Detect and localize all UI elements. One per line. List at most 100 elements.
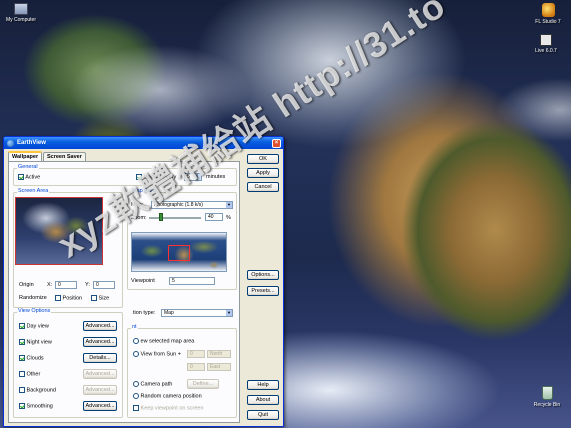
presets-button[interactable]: Presets... <box>247 286 279 296</box>
origin-x-field[interactable]: 0 <box>55 281 77 289</box>
keep-viewpoint-row[interactable]: Keep viewpoint on screen <box>133 405 204 411</box>
smoothing-checkbox[interactable] <box>19 403 25 409</box>
zoom-slider-track[interactable] <box>149 217 201 219</box>
map-type-select[interactable]: Photographic (1.8 k/s) ▼ <box>151 201 233 209</box>
update-interval-field[interactable]: 5 <box>184 173 197 181</box>
background-row[interactable]: Background <box>19 387 56 393</box>
night-view-advanced-button[interactable]: Advanced... <box>83 337 117 347</box>
randomize-position-row[interactable]: Position <box>55 295 82 301</box>
window-title: EarthView <box>17 140 46 146</box>
view-from-sun-radio[interactable] <box>133 351 139 357</box>
tab-wallpaper[interactable]: Wallpaper <box>8 151 43 161</box>
camera-path-radio[interactable] <box>133 381 139 387</box>
define-camera-path-button[interactable]: Define... <box>187 379 219 389</box>
night-view-row[interactable]: Night view <box>19 339 52 345</box>
origin-label: Origin <box>19 282 34 288</box>
map-type-value: Photographic (1.8 k/s) <box>154 202 203 208</box>
projection-type-value: Map <box>164 310 174 316</box>
randomize-position-checkbox[interactable] <box>55 295 61 301</box>
wallpaper-panel: General Active Update every 5 minutes Sc… <box>8 161 240 423</box>
origin-x-label: X: <box>47 282 53 288</box>
desktop-icon-label: Live 6.0.7 <box>535 48 557 54</box>
background-advanced-button[interactable]: Advanced... <box>83 385 117 395</box>
about-button[interactable]: About <box>247 395 279 405</box>
tab-screen-saver[interactable]: Screen Saver <box>43 152 86 161</box>
active-checkbox-row[interactable]: Active <box>18 174 40 180</box>
random-camera-radio[interactable] <box>133 393 139 399</box>
random-camera-label: Random camera position <box>140 393 202 400</box>
view-from-sun-row[interactable]: View from Sun + <box>133 351 181 357</box>
my-computer-desktop-icon[interactable]: My Computer <box>2 3 40 23</box>
randomize-size-row[interactable]: Size <box>91 295 109 301</box>
chevron-down-icon[interactable]: ▼ <box>226 310 232 316</box>
sun-longitude-direction-select[interactable]: East <box>207 363 231 371</box>
viewpoint-field[interactable]: 5 <box>169 277 215 285</box>
view-selected-area-label: ew selected map area <box>140 338 195 345</box>
camera-path-row[interactable]: Camera path <box>133 381 172 387</box>
map-selection-rectangle[interactable] <box>168 245 190 261</box>
position-label: Position <box>62 295 83 302</box>
live-desktop-icon[interactable]: Live 6.0.7 <box>526 34 566 54</box>
fl-studio-desktop-icon[interactable]: FL Studio 7 <box>526 3 570 25</box>
other-checkbox[interactable] <box>19 371 25 377</box>
day-view-label: Day view <box>26 323 49 330</box>
zoom-label: Zoom: <box>131 215 147 221</box>
sun-latitude-field[interactable]: 0 <box>187 350 205 358</box>
zoom-unit-label: % <box>226 215 231 221</box>
day-view-row[interactable]: Day view <box>19 323 49 329</box>
desktop-icon-label: My Computer <box>5 17 36 23</box>
randomize-size-checkbox[interactable] <box>91 295 97 301</box>
help-button[interactable]: Help <box>247 380 279 390</box>
active-checkbox[interactable] <box>18 174 24 180</box>
general-group-label: General <box>17 164 39 170</box>
smoothing-row[interactable]: Smoothing <box>19 403 53 409</box>
view-options-group-label: View Options <box>17 308 52 314</box>
quit-button[interactable]: Quit <box>247 410 279 420</box>
update-checkbox-row[interactable]: Update every <box>136 174 176 180</box>
map-label: Map: <box>131 202 144 208</box>
other-advanced-button[interactable]: Advanced... <box>83 369 117 379</box>
desktop-icon-label: Recycle Bin <box>533 402 561 408</box>
view-selected-area-radio[interactable] <box>133 338 139 344</box>
map-area-preview[interactable] <box>131 232 227 272</box>
fl-studio-icon <box>541 3 555 17</box>
view-selected-area-row[interactable]: ew selected map area <box>133 338 194 344</box>
randomize-label: Randomize <box>19 295 47 301</box>
background-checkbox[interactable] <box>19 387 25 393</box>
cancel-button[interactable]: Cancel <box>247 182 279 192</box>
close-icon[interactable]: × <box>272 138 281 148</box>
sun-longitude-field[interactable]: 0 <box>187 363 205 371</box>
clouds-details-button[interactable]: Details... <box>83 353 117 363</box>
ok-button[interactable]: OK <box>247 154 279 164</box>
chevron-down-icon[interactable]: ▼ <box>226 202 232 208</box>
earth-icon <box>7 139 14 147</box>
apply-button[interactable]: Apply <box>247 168 279 178</box>
options-button[interactable]: Options... <box>247 270 279 280</box>
window-titlebar[interactable]: EarthView × <box>4 137 283 149</box>
projection-type-select[interactable]: Map ▼ <box>161 309 233 317</box>
sun-latitude-direction-select[interactable]: North <box>207 350 231 358</box>
viewpoint-group-label: nt <box>131 324 138 330</box>
update-checkbox[interactable] <box>136 174 142 180</box>
smoothing-advanced-button[interactable]: Advanced... <box>83 401 117 411</box>
other-label: Other <box>26 371 41 378</box>
clouds-checkbox[interactable] <box>19 355 25 361</box>
zoom-slider-handle[interactable] <box>159 213 163 221</box>
screen-area-preview[interactable] <box>15 197 103 265</box>
earthview-window: EarthView × Wallpaper Screen Saver Gener… <box>3 136 284 427</box>
update-interval-spinner[interactable] <box>197 173 202 181</box>
day-view-advanced-button[interactable]: Advanced... <box>83 321 117 331</box>
day-view-checkbox[interactable] <box>19 323 25 329</box>
recycle-bin-desktop-icon[interactable]: Recycle Bin <box>528 386 566 408</box>
origin-y-field[interactable]: 0 <box>93 281 115 289</box>
origin-y-label: Y: <box>85 282 90 288</box>
keep-viewpoint-label: Keep viewpoint on screen <box>140 405 204 412</box>
night-view-checkbox[interactable] <box>19 339 25 345</box>
zoom-field[interactable]: 40 <box>205 213 223 221</box>
clouds-row[interactable]: Clouds <box>19 355 44 361</box>
other-row[interactable]: Other <box>19 371 40 377</box>
smoothing-label: Smoothing <box>26 403 53 410</box>
keep-viewpoint-checkbox[interactable] <box>133 405 139 411</box>
random-camera-row[interactable]: Random camera position <box>133 393 202 399</box>
map-area-group-label: Map Area <box>131 188 157 194</box>
